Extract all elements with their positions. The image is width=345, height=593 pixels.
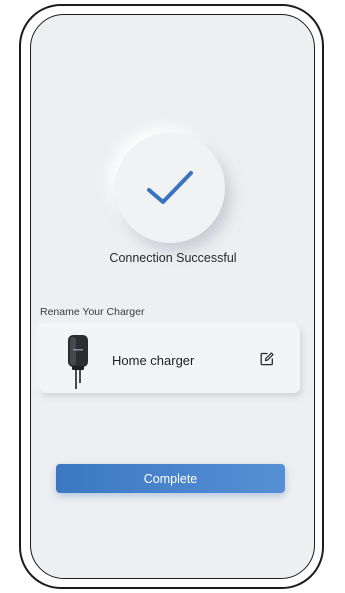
page: Connection Successful Rename Your Charge… — [0, 0, 345, 593]
charger-name-text[interactable]: Home charger — [112, 353, 194, 368]
success-badge — [115, 133, 225, 243]
phone-screen — [30, 14, 315, 579]
rename-section-label: Rename Your Charger — [40, 306, 145, 318]
complete-button[interactable]: Complete — [56, 464, 285, 493]
wallbox-charger-icon — [68, 335, 88, 389]
charger-card[interactable]: Home charger — [40, 326, 300, 393]
checkmark-icon — [147, 171, 193, 204]
edit-icon[interactable] — [260, 352, 274, 366]
connection-status-text: Connection Successful — [109, 251, 237, 265]
